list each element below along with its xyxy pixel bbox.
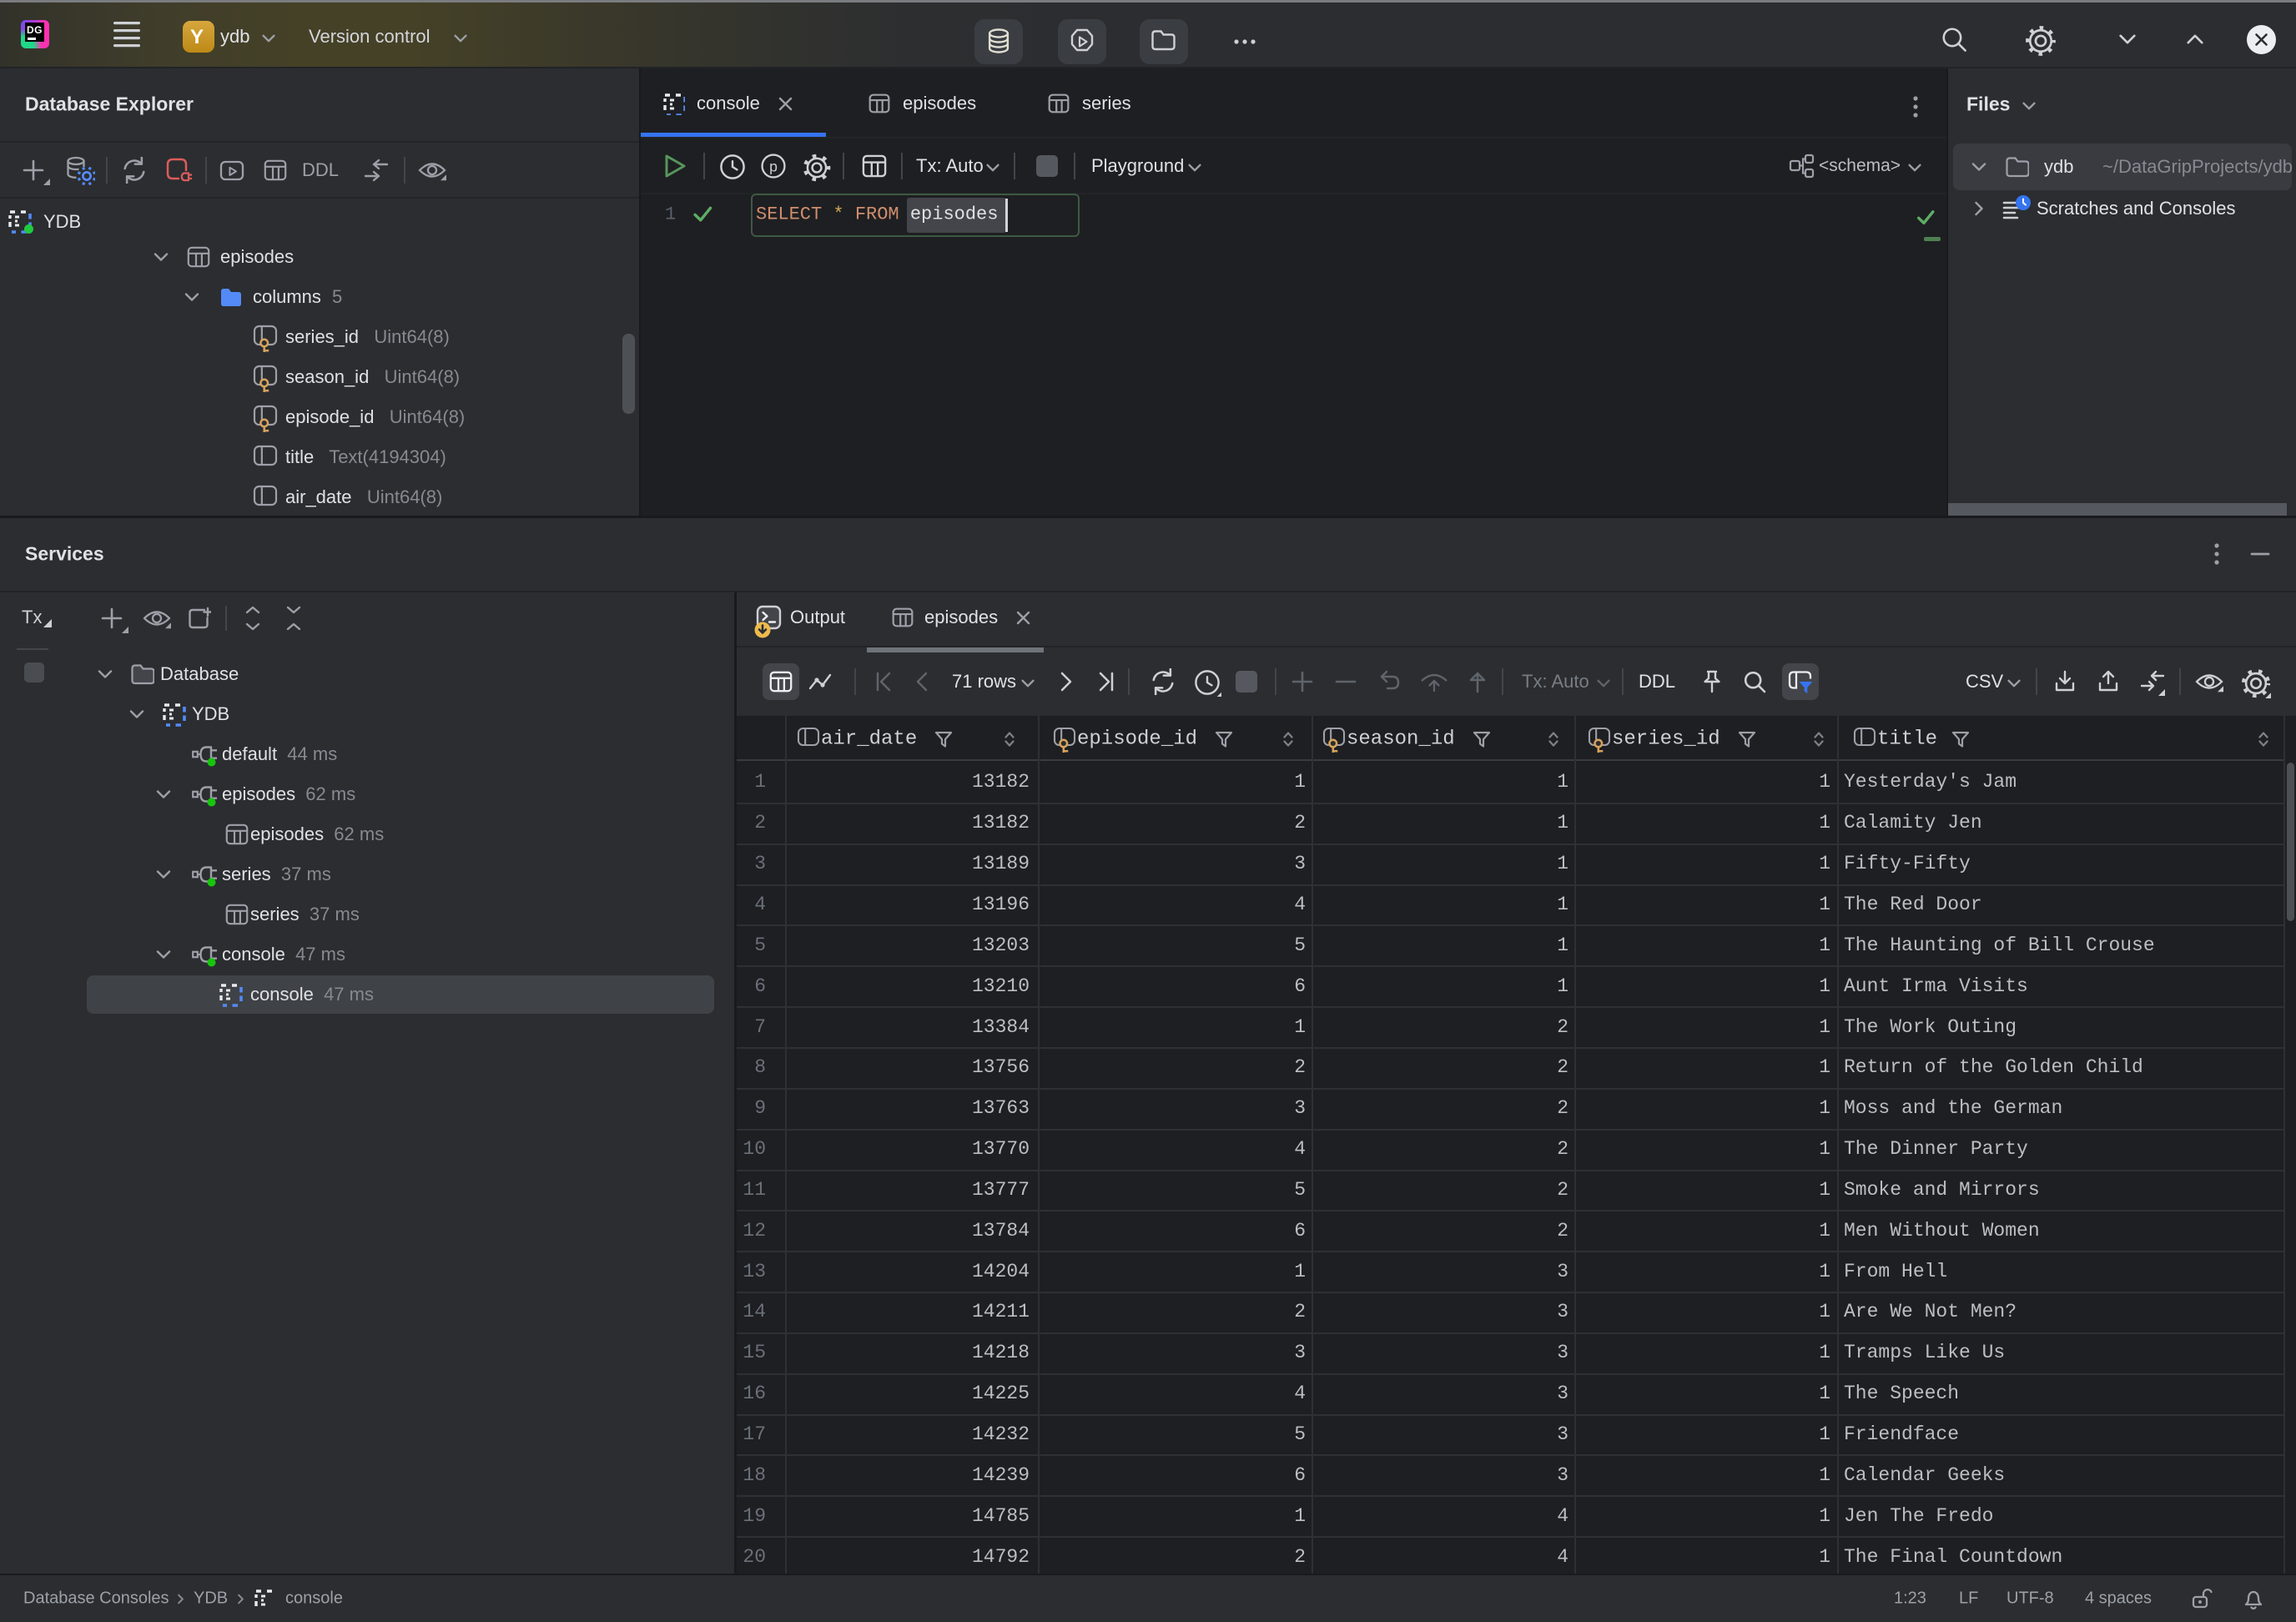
svg-text:p: p xyxy=(769,158,778,174)
